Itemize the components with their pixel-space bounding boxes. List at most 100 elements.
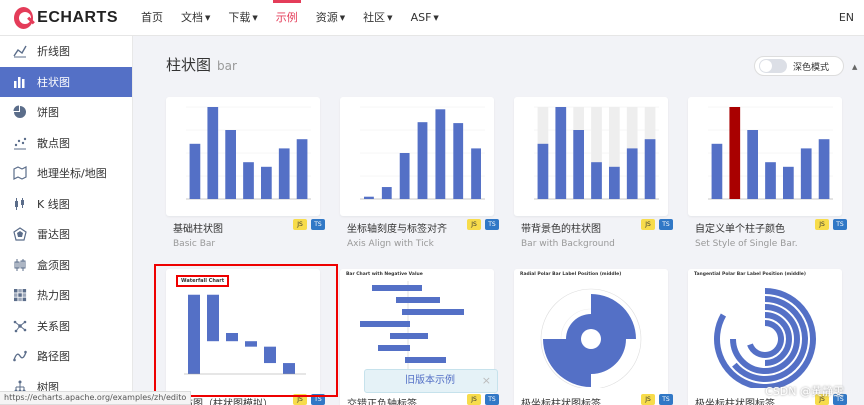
nav-item-label: 社区 (363, 10, 386, 24)
card-info: 基础柱状图 Basic Bar JS TS (173, 219, 325, 249)
sidebar-item-7[interactable]: 盒须图 (0, 250, 132, 281)
example-card-radial[interactable]: Radial Polar Bar Label Position (middle)… (514, 269, 673, 405)
ts-badge[interactable]: TS (485, 394, 499, 405)
ts-badge[interactable]: TS (659, 219, 673, 230)
bar (207, 107, 219, 199)
waterfall-bar (245, 341, 257, 347)
chevron-down-icon: ▼ (433, 13, 439, 22)
card-badges: JS TS (293, 219, 325, 230)
chart-thumbnail (540, 288, 642, 388)
waterfall-bar (207, 294, 219, 342)
chevron-down-icon: ▼ (252, 13, 258, 22)
legacy-examples-banner[interactable]: 旧版本示例 × (364, 369, 498, 393)
graph-icon (13, 319, 27, 333)
page-title: 柱状图 bar (166, 54, 237, 75)
sidebar-item-4[interactable]: 地理坐标/地图 (0, 158, 132, 189)
close-icon[interactable]: × (482, 370, 491, 392)
sidebar-item-0[interactable]: 折线图 (0, 36, 132, 67)
example-card-basic[interactable]: 基础柱状图 Basic Bar JS TS (166, 97, 325, 249)
js-badge[interactable]: JS (293, 394, 307, 405)
nav-item-label: 文档 (181, 10, 203, 24)
logo-icon (14, 6, 34, 29)
js-badge[interactable]: JS (641, 394, 655, 405)
nav-item-6[interactable]: ASF ▼ (402, 0, 448, 36)
candlestick-icon (13, 197, 27, 211)
nav-item-4[interactable]: 资源 ▼ (307, 0, 354, 36)
example-card-tick[interactable]: 坐标轴刻度与标签对齐 Axis Align with Tick JS TS (340, 97, 499, 249)
waterfall-bar (226, 333, 238, 342)
sidebar-item-label: 柱状图 (37, 75, 70, 89)
nav-item-5[interactable]: 社区 ▼ (354, 0, 401, 36)
bar (765, 162, 776, 199)
example-card-background[interactable]: 带背景色的柱状图 Bar with Background JS TS (514, 97, 673, 249)
js-badge[interactable]: JS (467, 219, 481, 230)
card-thumbnail[interactable]: Radial Polar Bar Label Position (middle) (514, 269, 668, 388)
example-card-single[interactable]: 自定义单个柱子颜色 Set Style of Single Bar. JS TS (688, 97, 847, 249)
scroll-up-icon[interactable]: ▲ (852, 63, 860, 73)
polar-bar (543, 339, 591, 387)
waterfall-bar (283, 363, 295, 374)
polar-bar (747, 320, 784, 358)
nav-item-label: ASF (410, 10, 432, 24)
nav-item-3[interactable]: 示例 (267, 0, 307, 36)
sidebar-item-8[interactable]: 热力图 (0, 280, 132, 311)
bar (390, 333, 428, 339)
main-content: 柱状图 bar 深色模式 ▲ 基础柱状图 Basic Bar JS TS 坐标轴刻度与标签… (133, 36, 864, 405)
bar (573, 130, 584, 199)
js-badge[interactable]: JS (641, 219, 655, 230)
sidebar-item-6[interactable]: 雷达图 (0, 219, 132, 250)
ts-badge[interactable]: TS (485, 219, 499, 230)
js-badge[interactable]: JS (467, 394, 481, 405)
radar-icon (13, 227, 27, 241)
card-thumbnail[interactable] (166, 97, 320, 216)
js-badge[interactable]: JS (815, 219, 829, 230)
bar (537, 143, 549, 199)
page-subtitle: bar (217, 59, 237, 73)
card-info: 极坐标柱状图标签 JS TS (521, 394, 673, 405)
bar (225, 130, 236, 199)
sidebar-item-10[interactable]: 路径图 (0, 341, 132, 372)
ts-badge[interactable]: TS (311, 394, 325, 405)
card-thumbnail[interactable] (688, 97, 842, 216)
sidebar-item-2[interactable]: 饼图 (0, 97, 132, 128)
sidebar-item-9[interactable]: 关系图 (0, 311, 132, 342)
card-thumbnail[interactable] (514, 97, 668, 216)
nav-item-2[interactable]: 下载 ▼ (219, 0, 266, 36)
bar (818, 139, 830, 199)
map-icon (13, 166, 27, 181)
sidebar-item-label: K 线图 (37, 197, 70, 211)
nav-item-1[interactable]: 文档 ▼ (172, 0, 219, 36)
sidebar-item-5[interactable]: K 线图 (0, 189, 132, 220)
nav-item-0[interactable]: 首页 (132, 0, 172, 36)
ts-badge[interactable]: TS (311, 219, 325, 230)
ts-badge[interactable]: TS (833, 219, 847, 230)
bar (372, 285, 422, 291)
nav-item-label: 首页 (141, 10, 163, 24)
card-badges: JS TS (467, 219, 499, 230)
lines-icon (13, 349, 27, 363)
chevron-down-icon: ▼ (205, 13, 211, 22)
sidebar-item-label: 路径图 (37, 350, 70, 364)
heatmap-icon (13, 288, 27, 302)
card-thumbnail[interactable]: Waterfall Chart (166, 269, 320, 388)
js-badge[interactable]: JS (293, 219, 307, 230)
sidebar-item-label: 折线图 (37, 45, 70, 59)
example-card-waterfall[interactable]: Waterfall Chart 瀑布图（柱状图模拟） JS TS (166, 269, 325, 405)
card-thumbnail[interactable]: Tangential Polar Bar Label Position (mid… (688, 269, 842, 388)
sidebar-item-label: 雷达图 (37, 228, 70, 242)
bar (296, 139, 308, 199)
language-switch[interactable]: EN (839, 0, 854, 36)
ts-badge[interactable]: TS (659, 394, 673, 405)
nav-item-label: 下载 (228, 10, 251, 24)
chart-thumbnail (534, 106, 659, 200)
dark-mode-toggle[interactable]: 深色模式 (754, 56, 844, 76)
card-badges: JS TS (641, 219, 673, 230)
bar (747, 130, 758, 199)
sidebar-item-1[interactable]: 柱状图 (0, 66, 132, 97)
sidebar-item-3[interactable]: 散点图 (0, 128, 132, 159)
echarts-logo[interactable]: ECHARTS (14, 6, 118, 29)
sidebar-item-label: 散点图 (37, 136, 70, 150)
thumbnail-title: Radial Polar Bar Label Position (middle) (520, 272, 622, 277)
card-thumbnail[interactable] (340, 97, 494, 216)
bar (261, 166, 272, 199)
